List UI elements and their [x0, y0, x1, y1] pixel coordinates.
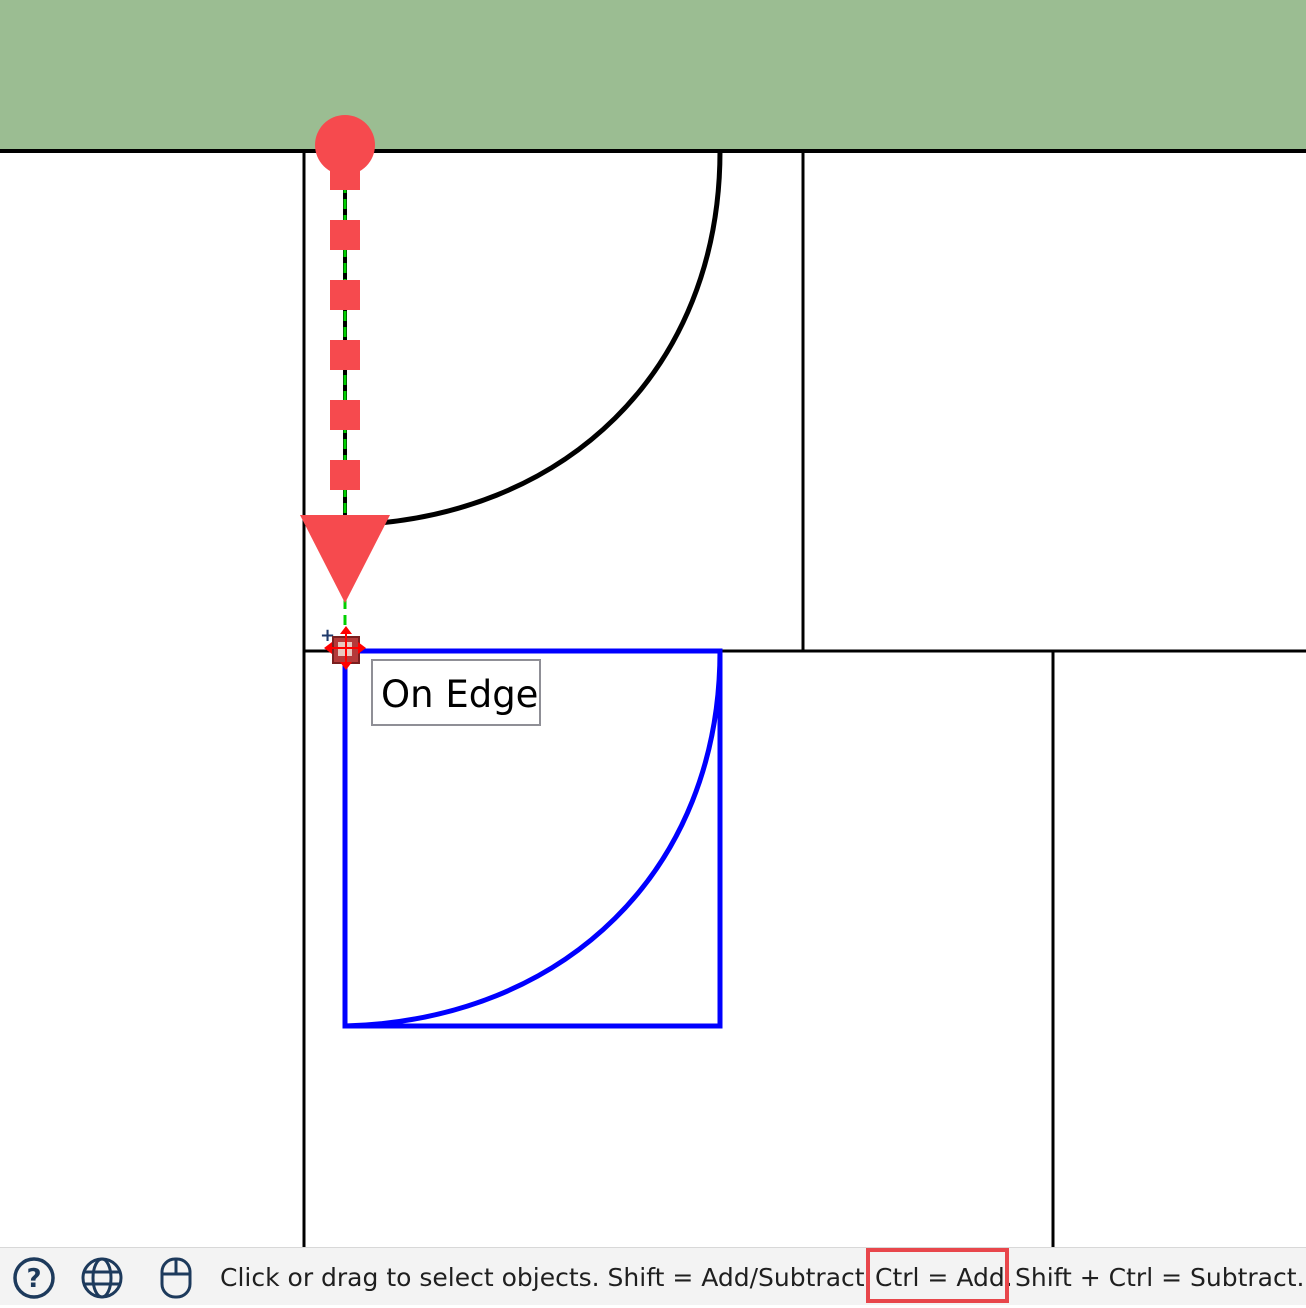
status-hint-main: Click or drag to select objects. Shift =… [220, 1263, 873, 1292]
wall-band[interactable] [0, 0, 1306, 151]
status-bar: ? Click or drag to select objects. Shift… [0, 1247, 1306, 1305]
snap-tooltip: On Edge [371, 659, 541, 726]
help-icon[interactable]: ? [12, 1256, 56, 1300]
floorplan-drawing[interactable]: + [0, 0, 1306, 1247]
arrow-start-dot [315, 115, 375, 175]
arrow-head [300, 515, 390, 603]
svg-text:?: ? [26, 1264, 41, 1294]
mouse-icon[interactable] [154, 1256, 198, 1300]
annotation-arrow [300, 115, 390, 603]
move-cursor-icon: + [320, 625, 366, 670]
door-swing-arc[interactable] [344, 150, 723, 528]
status-hint-shift-ctrl: Shift + Ctrl = Subtract. [1015, 1263, 1305, 1292]
globe-icon[interactable] [80, 1256, 124, 1300]
ctrl-hint-highlight [866, 1248, 1009, 1303]
tooltip-text: On Edge [381, 673, 539, 716]
drawing-canvas[interactable]: + On Edge [0, 0, 1306, 1247]
